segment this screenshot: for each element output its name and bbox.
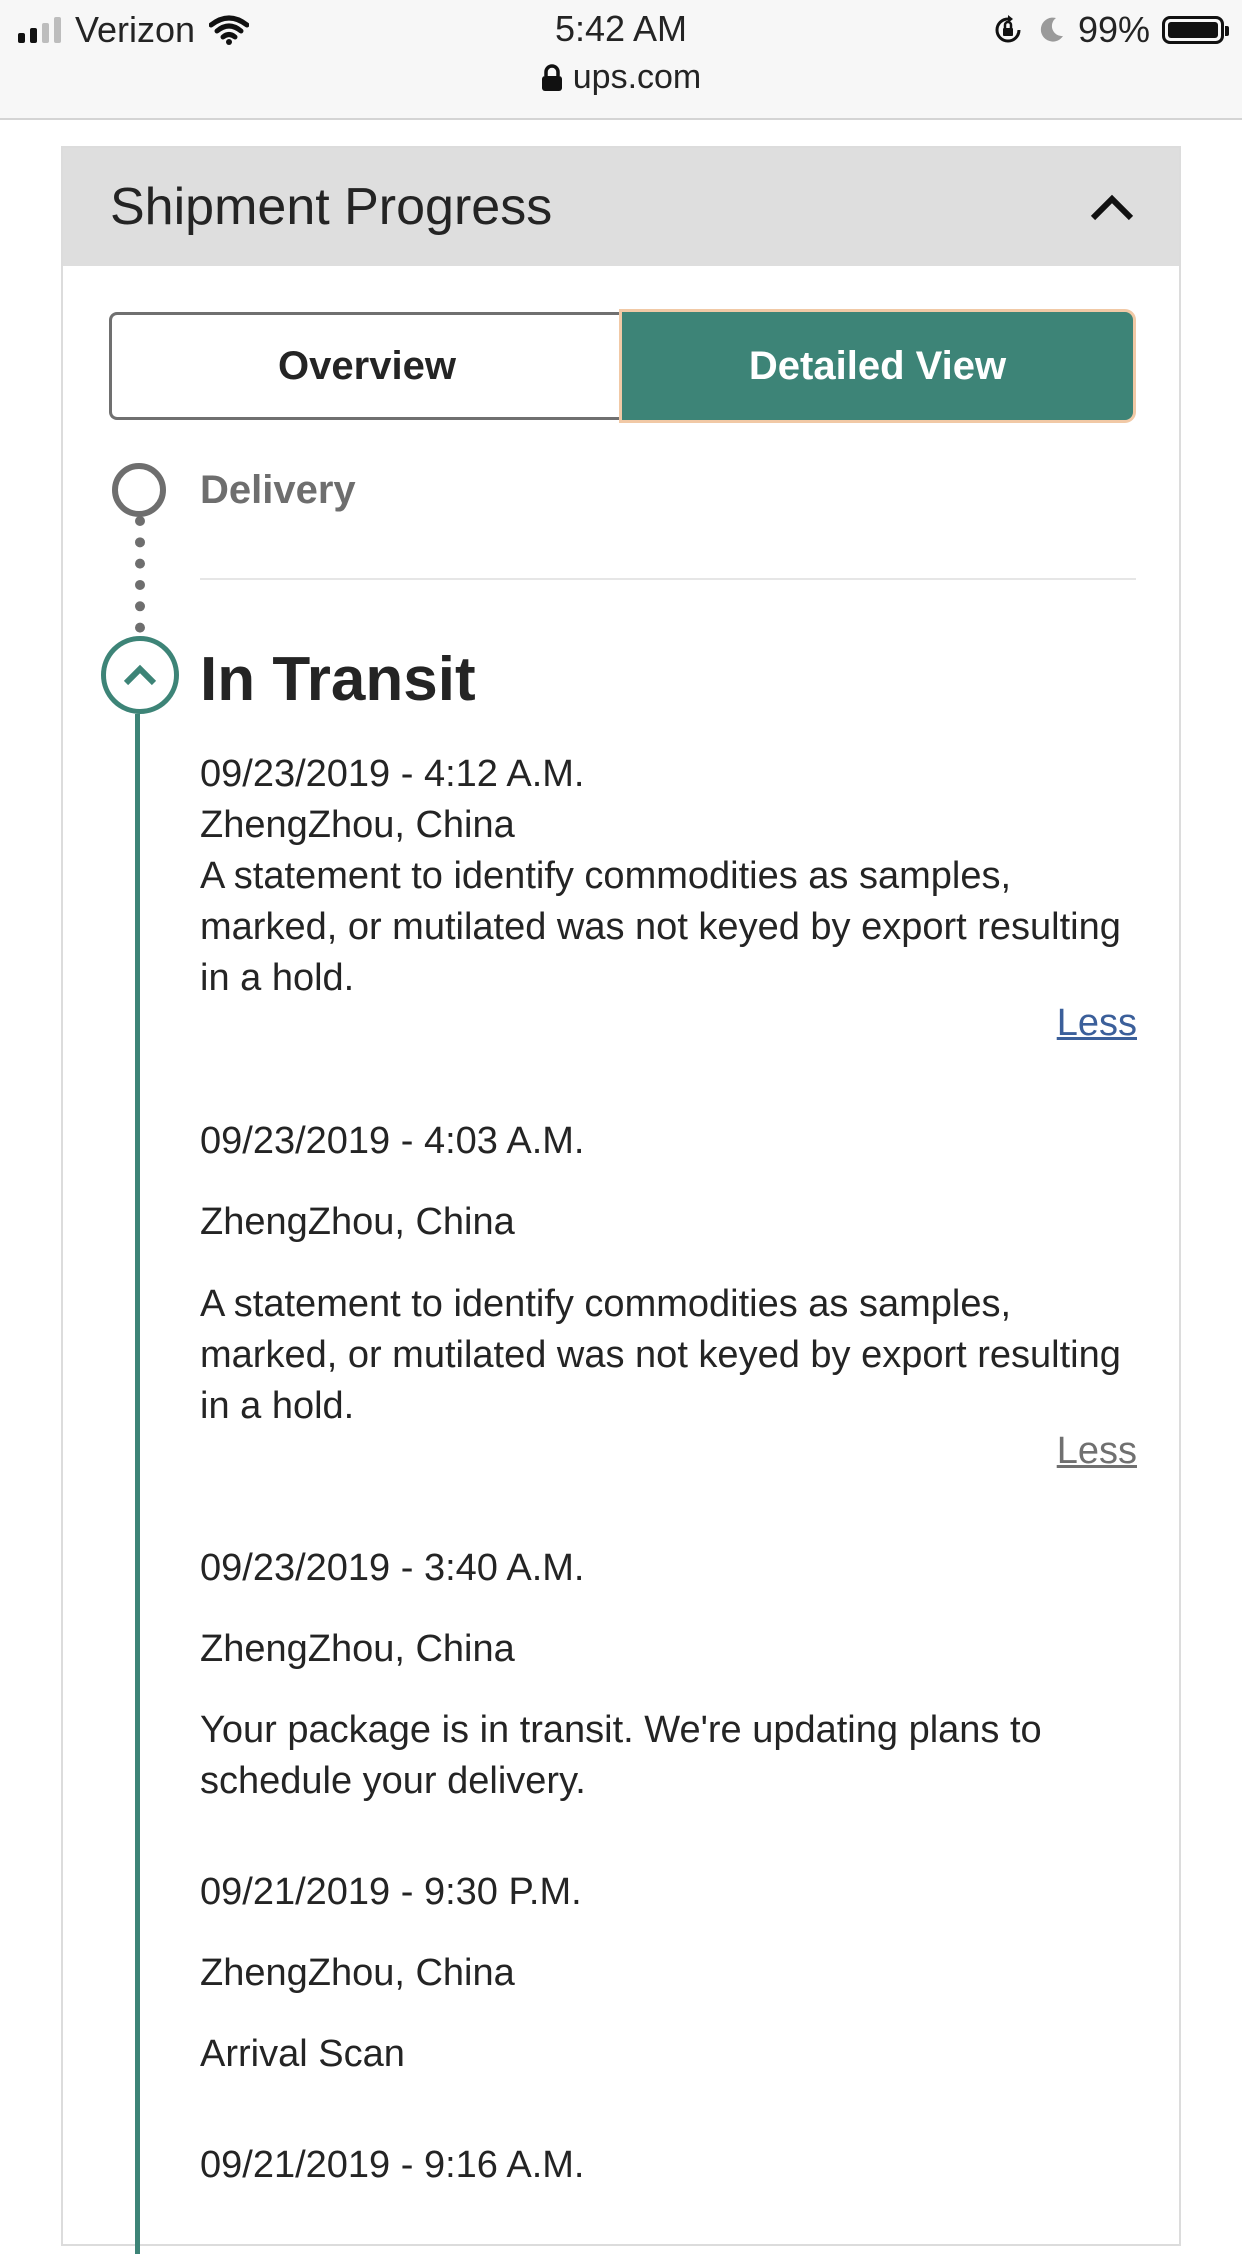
lock-icon: [541, 63, 562, 91]
event-location: ZhengZhou, China: [200, 1628, 515, 1670]
less-link[interactable]: Less: [1057, 1002, 1137, 1045]
event-datetime: 09/23/2019 - 4:12 A.M.: [200, 753, 585, 795]
event-datetime: 09/21/2019 - 9:30 P.M.: [200, 1871, 582, 1913]
event-location: ZhengZhou, China: [200, 804, 515, 846]
url-text: ups.com: [572, 58, 702, 96]
event-location: ZhengZhou, China: [200, 1201, 515, 1243]
chevron-up-icon: [123, 664, 157, 686]
collapse-milestone-button[interactable]: [101, 636, 179, 714]
event-description: A statement to identify commodities as s…: [200, 855, 1121, 999]
divider: [200, 578, 1136, 580]
pending-connector: [135, 516, 145, 654]
shipment-progress-panel: Shipment Progress Overview Detailed View…: [61, 146, 1183, 2254]
delivery-milestone-icon: [112, 463, 166, 517]
event-datetime: 09/23/2019 - 4:03 A.M.: [200, 1120, 585, 1162]
less-link[interactable]: Less: [1057, 1430, 1137, 1473]
battery-percent: 99%: [1077, 9, 1150, 50]
current-status-heading: In Transit: [200, 645, 476, 714]
event-description: Your package is in transit. We're updati…: [200, 1709, 1042, 1802]
event-datetime: 09/21/2019 - 9:16 A.M.: [200, 2144, 585, 2186]
event-location: ZhengZhou, China: [200, 1952, 515, 1994]
status-right: 99%: [992, 8, 1229, 52]
battery-icon: [1162, 16, 1229, 44]
delivery-label: Delivery: [200, 468, 356, 512]
event-description: Arrival Scan: [200, 2033, 405, 2075]
moon-icon: [1040, 17, 1063, 42]
progress-connector: [135, 714, 140, 2254]
tracking-timeline: Delivery In Transit 09/23/2019 - 4:12 A.…: [63, 148, 1183, 2254]
ios-status-bar: Verizon 5:42 AM 99% ups.com: [0, 0, 1242, 120]
event-description: A statement to identify commodities as s…: [200, 1283, 1121, 1427]
address-bar[interactable]: ups.com: [0, 58, 1242, 97]
event-datetime: 09/23/2019 - 3:40 A.M.: [200, 1547, 585, 1589]
orientation-lock-icon: [995, 15, 1021, 43]
